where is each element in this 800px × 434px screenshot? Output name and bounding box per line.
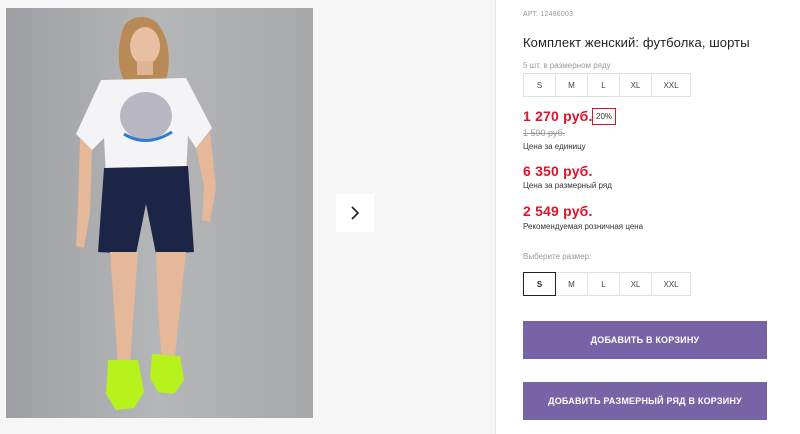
size-selector: S M L XL XXL [523,272,691,296]
old-price: 1 590 руб. [523,128,566,138]
pieces-in-row: 5 шт. в размерном ряду [523,61,611,70]
row-size-s: S [523,73,556,97]
product-gallery [0,0,495,434]
article-number: АРТ. 12486003 [523,11,574,18]
row-size-m: M [555,73,588,97]
retail-price: 2 549 руб. [523,203,593,219]
unit-price: 1 270 руб. [523,108,593,124]
row-size-xl: XL [619,73,652,97]
size-option-xxl[interactable]: XXL [651,272,691,296]
next-image-button[interactable] [336,194,374,232]
row-size-xxl: XXL [651,73,691,97]
size-option-s[interactable]: S [523,272,556,296]
retail-price-caption: Рекомендуемая розничная цена [523,222,644,231]
product-title: Комплект женский: футболка, шорты [523,35,750,50]
choose-size-label: Выберите размер: [523,252,592,261]
add-size-row-to-cart-button[interactable]: ДОБАВИТЬ РАЗМЕРНЫЙ РЯД В КОРЗИНУ [523,382,767,420]
product-photo-illustration [6,8,313,418]
unit-price-caption: Цена за единицу [523,142,586,151]
chevron-right-icon [351,206,360,220]
row-price-caption: Цена за размерный ряд [523,181,612,190]
row-size-l: L [587,73,620,97]
size-option-l[interactable]: L [587,272,620,296]
size-row: S M L XL XXL [523,73,691,97]
panel-divider [495,0,496,434]
product-page: АРТ. 12486003 Комплект женский: футболка… [0,0,800,434]
row-price: 6 350 руб. [523,163,593,179]
size-option-m[interactable]: M [555,272,588,296]
add-to-cart-button[interactable]: ДОБАВИТЬ В КОРЗИНУ [523,321,767,359]
discount-badge: 20% [592,108,617,125]
product-photo[interactable] [6,8,313,418]
size-option-xl[interactable]: XL [619,272,652,296]
